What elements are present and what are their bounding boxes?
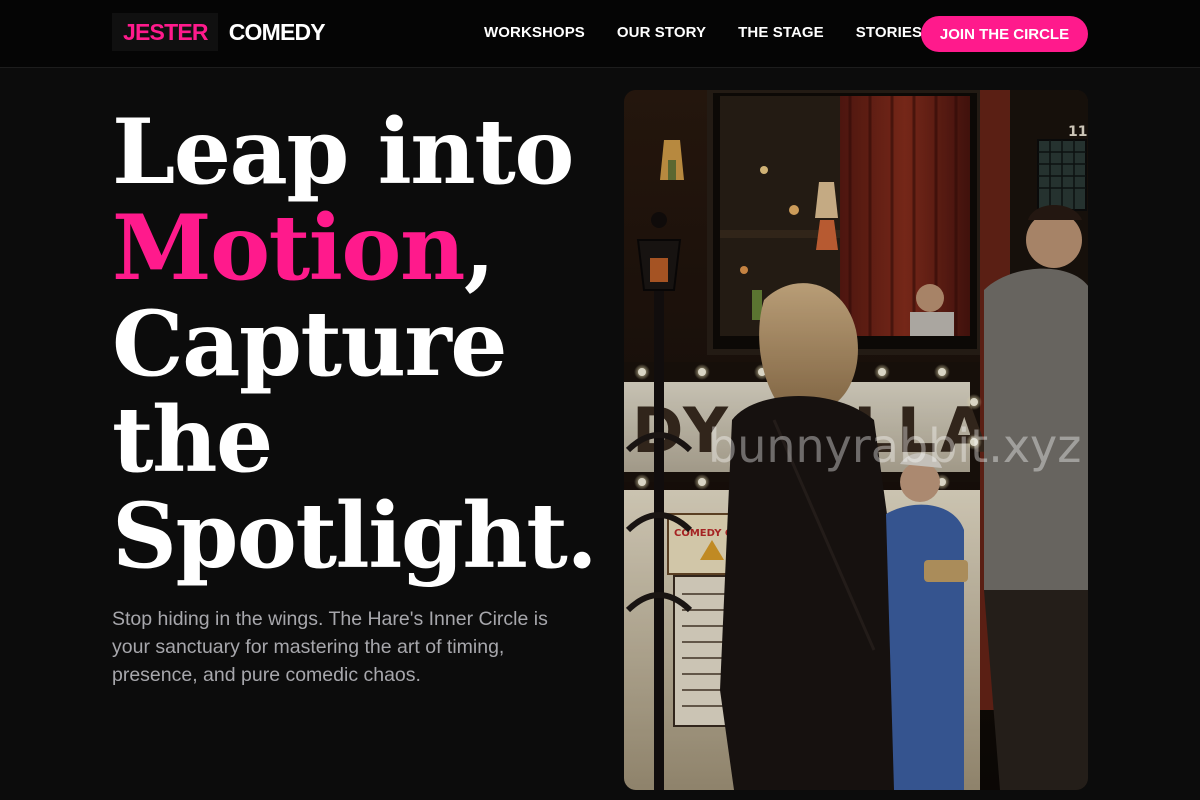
headline-line-3: Capture	[112, 291, 508, 397]
hero-headline: Leap into Motion, Capture the Spotlight.	[112, 104, 598, 584]
headline-line-5: Spotlight.	[112, 483, 598, 589]
headline-comma: ,	[463, 195, 495, 301]
headline-line-1: Leap into	[112, 99, 574, 205]
watermark-text: bunnyrabbit.xyz	[708, 419, 1081, 473]
nav-stories[interactable]: STORIES	[856, 24, 922, 42]
hero-photo: 117 DY CELLAR COMEDY CELLAR	[624, 90, 1088, 790]
brand-logo[interactable]: JESTER COMEDY	[112, 13, 326, 51]
nav-our-story[interactable]: OUR STORY	[617, 24, 706, 42]
site-header: JESTER COMEDY WORKSHOPS OUR STORY THE ST…	[0, 0, 1200, 68]
nav-workshops[interactable]: WORKSHOPS	[484, 24, 585, 42]
hero-lead-paragraph: Stop hiding in the wings. The Hare's Inn…	[112, 608, 548, 686]
comedy-cellar-scene: 117 DY CELLAR COMEDY CELLAR	[624, 90, 1088, 790]
nav-the-stage[interactable]: THE STAGE	[738, 24, 824, 42]
join-the-circle-button[interactable]: JOIN THE CIRCLE	[921, 16, 1088, 52]
main-nav: WORKSHOPS OUR STORY THE STAGE STORIES	[484, 24, 954, 42]
brand-logo-comedy: COMEDY	[228, 18, 326, 45]
headline-line-4: the	[112, 387, 273, 493]
brand-logo-jester: JESTER	[112, 13, 218, 51]
headline-accent-word: Motion	[112, 195, 465, 301]
